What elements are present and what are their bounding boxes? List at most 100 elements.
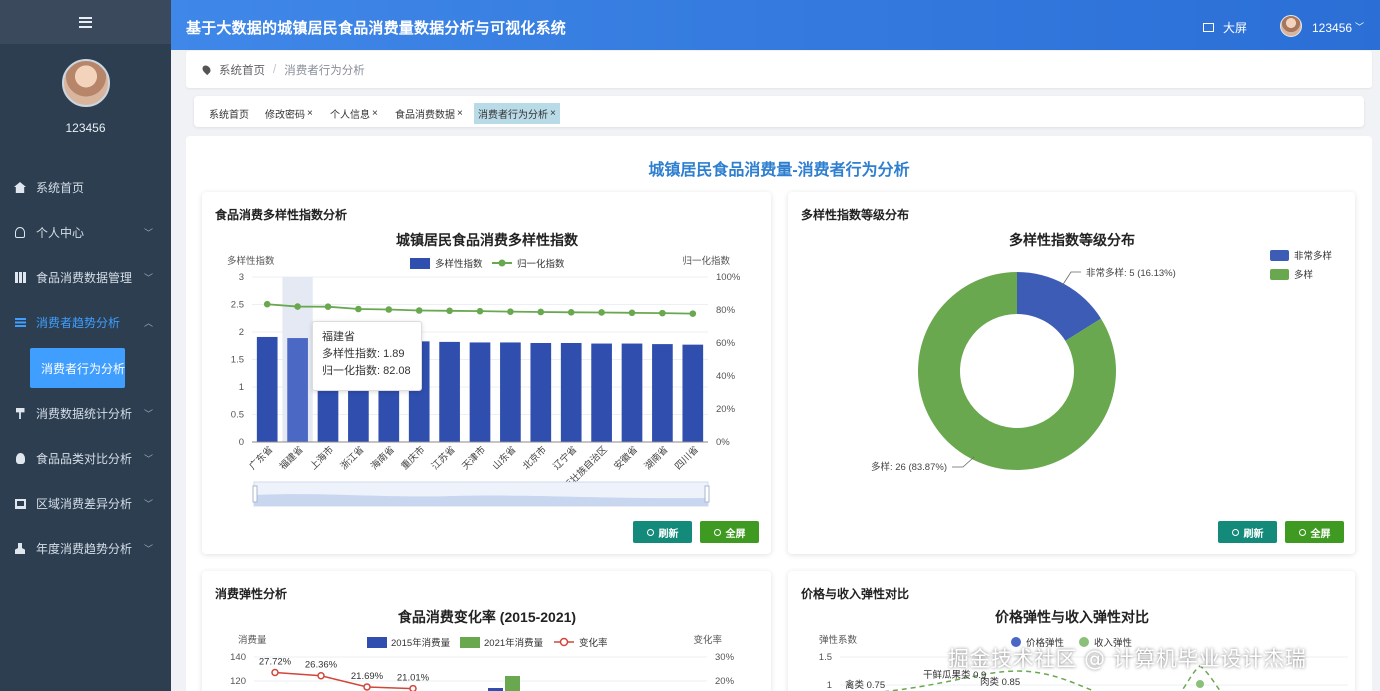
chevron-up-icon: ︿ [143, 318, 153, 328]
chart-line-point [294, 303, 301, 310]
y-tick-label: 1 [827, 680, 832, 691]
avatar [61, 59, 110, 107]
chart-bar [287, 338, 308, 442]
sidebar: 123456 系统首页 个人中心 ﹀ 食品消费数据管理 ﹀ 消费者趋势分析 ︿ … [0, 0, 171, 691]
legend-label: 非常多样 [1294, 250, 1332, 262]
close-icon[interactable]: × [307, 108, 313, 119]
fullscreen-button[interactable]: 全屏 [700, 521, 759, 543]
chart-line-point [363, 683, 371, 691]
chart-bar [505, 676, 520, 691]
chart-title: 价格弹性与收入弹性对比 [995, 609, 1149, 625]
chevron-down-icon: ﹀ [143, 228, 153, 238]
chart-line-point [507, 308, 514, 315]
chart-line-point [385, 306, 393, 313]
tooltip-title: 福建省 [322, 331, 355, 343]
chart-bar [530, 343, 552, 442]
header-avatar[interactable] [1280, 15, 1302, 37]
sidebar-item-consumer-trend[interactable]: 消费者趋势分析 ︿ [0, 300, 171, 345]
tab-home[interactable]: 系统首页 [205, 103, 253, 124]
chart-title: 多样性指数等级分布 [1009, 232, 1135, 248]
zoom-icon [1298, 528, 1306, 536]
y-tick-label: 3 [239, 272, 244, 283]
chevron-down-icon: ﹀ [143, 273, 153, 283]
y-tick-label: 140 [230, 652, 246, 663]
sidebar-item-label: 食品消费数据管理 [36, 271, 133, 285]
legend-swatch [559, 637, 569, 647]
legend-swatch [498, 259, 506, 267]
tab-label: 系统首页 [209, 110, 249, 121]
data-label: 禽类 0.75 [845, 679, 885, 691]
chevron-down-icon[interactable]: ﹀ [1355, 20, 1364, 33]
x-tick-label: 天津市 [459, 443, 488, 472]
refresh-button[interactable]: 刷新 [1218, 521, 1277, 543]
tab-personal-info[interactable]: 个人信息 × [326, 103, 382, 124]
legend-swatch [460, 637, 480, 648]
pie-label: 多样: 26 (83.87%) [871, 461, 947, 473]
sidebar-item-food-data-management[interactable]: 食品消费数据管理 ﹀ [0, 255, 171, 300]
x-tick-label: 四川省 [672, 444, 701, 473]
chart-line-point [324, 303, 332, 310]
refresh-icon [1231, 528, 1239, 536]
refresh-button[interactable]: 刷新 [633, 521, 692, 543]
chart-line-point [598, 309, 605, 316]
y-axis-label: 弹性系数 [819, 634, 858, 646]
y-tick-label: 2 [239, 327, 244, 338]
main-panel: 城镇居民食品消费量-消费者行为分析 食品消费多样性指数分析 城镇居民食品消费多样… [186, 136, 1372, 691]
tab-consumer-behavior[interactable]: 消费者行为分析 × [474, 103, 560, 124]
chart-line-point [537, 308, 545, 316]
sidebar-item-category-compare[interactable]: 食品品类对比分析 ﹀ [0, 436, 171, 481]
legend-label: 多样 [1294, 269, 1313, 281]
breadcrumb-separator: / [273, 63, 277, 76]
fullscreen-button[interactable]: 全屏 [1285, 521, 1344, 543]
chart-bar [256, 336, 278, 442]
chevron-down-icon: ﹀ [143, 544, 153, 554]
sidebar-item-label: 消费者趋势分析 [36, 316, 121, 330]
y-axis-label: 多样性指数 [227, 255, 275, 267]
home-icon [14, 182, 26, 194]
tab-food-data[interactable]: 食品消费数据 × [391, 103, 467, 124]
chart-line-point [446, 307, 453, 315]
monitor-icon [1203, 23, 1214, 32]
chevron-down-icon: ﹀ [143, 409, 153, 419]
close-icon[interactable]: × [550, 108, 556, 119]
breadcrumb-home[interactable]: 系统首页 [219, 62, 265, 78]
app-title: 基于大数据的城镇居民食品消费量数据分析与可视化系统 [186, 20, 567, 37]
close-icon[interactable]: × [372, 108, 378, 119]
close-icon[interactable]: × [457, 108, 463, 119]
sidebar-item-annual-trend[interactable]: 年度消费趋势分析 ﹀ [0, 526, 171, 571]
sidebar-item-regional-diff[interactable]: 区域消费差异分析 ﹀ [0, 481, 171, 526]
sidebar-item-home[interactable]: 系统首页 [0, 165, 171, 210]
tab-change-password[interactable]: 修改密码 × [261, 103, 317, 124]
pie-label: 非常多样: 5 (16.13%) [1086, 267, 1176, 279]
x-tick-label: 重庆市 [399, 443, 428, 472]
sidebar-item-consumption-stats[interactable]: 消费数据统计分析 ﹀ [0, 391, 171, 436]
y-tick-label: 2.5 [231, 300, 244, 311]
tab-bar: 系统首页 修改密码 × 个人信息 × 食品消费数据 × 消费者行为分析 × [194, 96, 1364, 127]
card-diversity-index: 食品消费多样性指数分析 城镇居民食品消费多样性指数 多样性指数 归一化指数 多样性指数… [202, 192, 771, 554]
diversity-level-chart: 多样性指数等级分布非常多样: 5 (16.13%) 多样: 26 (83.87%)… [871, 232, 1332, 473]
chart-line-point [567, 309, 575, 316]
header-username[interactable]: 123456 [1312, 21, 1352, 35]
y-axis-label: 消费量 [238, 634, 267, 646]
x-tick-label: 江苏省 [429, 444, 458, 473]
legend-swatch [367, 637, 387, 648]
y2-tick-label: 20% [715, 676, 735, 687]
y2-tick-label: 100% [716, 272, 741, 283]
chart-bar [560, 343, 582, 442]
sidebar-toggle[interactable] [0, 0, 171, 44]
watermark: 掘金技术社区 @ 计算机毕业设计杰瑞 [948, 647, 1307, 671]
sidebar-subitem-consumer-behavior[interactable]: 消费者行为分析 [30, 348, 126, 388]
button-label: 刷新 [1243, 528, 1264, 540]
chart-line-point [317, 671, 325, 680]
sidebar-item-personal-center[interactable]: 个人中心 ﹀ [0, 210, 171, 255]
top-header: 基于大数据的城镇居民食品消费量数据分析与可视化系统 大屏 123456 ﹀ [171, 0, 1380, 50]
data-label: 26.36% [305, 660, 338, 671]
bigscreen-button[interactable]: 大屏 [1203, 19, 1247, 36]
legend-label: 归一化指数 [517, 258, 565, 270]
card-price-income: 价格与收入弹性对比 价格弹性与收入弹性对比 弹性系数 价格弹性 收入弹性 1.5 1 禽类 … [788, 571, 1355, 691]
sidebar-item-label: 消费数据统计分析 [36, 407, 133, 421]
tab-label: 消费者行为分析 [478, 110, 548, 121]
chart-line-point [409, 684, 417, 691]
y2-tick-label: 60% [716, 338, 736, 349]
legend-swatch [410, 258, 430, 269]
